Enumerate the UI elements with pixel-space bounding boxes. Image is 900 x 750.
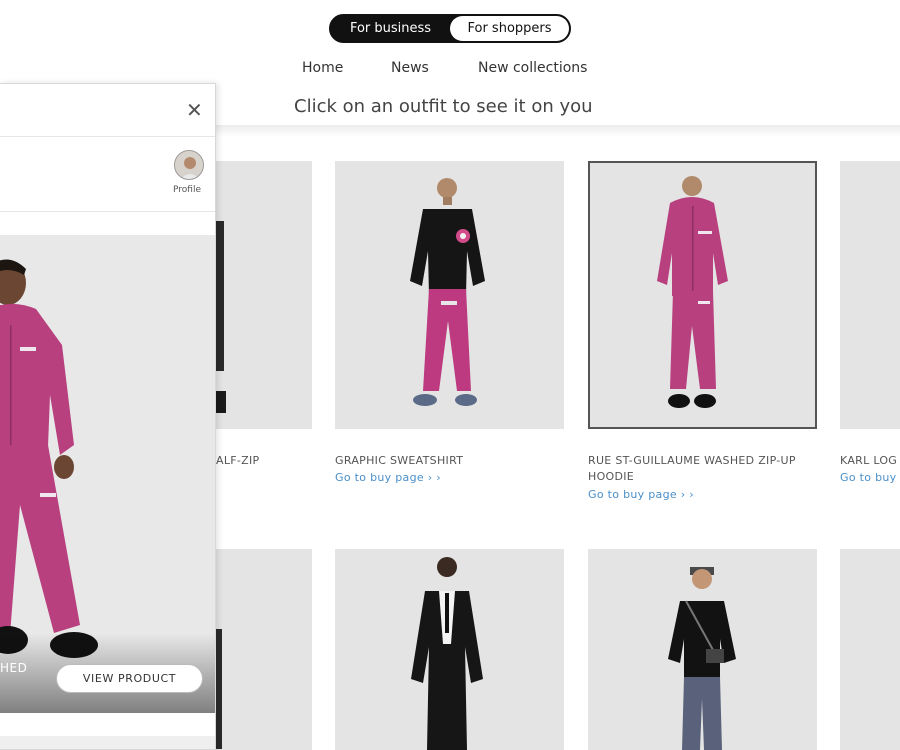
page-subtitle: Click on an outfit to see it on you bbox=[294, 96, 593, 117]
nav-home[interactable]: Home bbox=[302, 60, 343, 76]
product-title: GRAPHIC SWEATSHIRT bbox=[335, 454, 464, 467]
go-to-buy-page-link[interactable]: Go to buy page › › bbox=[335, 471, 441, 484]
close-icon[interactable]: ✕ bbox=[186, 100, 203, 120]
view-product-button[interactable]: VIEW PRODUCT bbox=[56, 664, 203, 693]
product-card-image[interactable] bbox=[335, 549, 564, 750]
product-card-image[interactable] bbox=[840, 161, 900, 429]
try-on-photo bbox=[0, 235, 215, 713]
toggle-for-shoppers[interactable]: For shoppers bbox=[450, 16, 569, 41]
product-title: KARL LOG bbox=[840, 454, 898, 467]
product-card-image[interactable] bbox=[335, 161, 564, 429]
profile-label: Profile bbox=[173, 185, 201, 195]
go-to-buy-page-link[interactable]: Go to buy bbox=[840, 471, 896, 484]
panel-footer bbox=[0, 736, 215, 749]
panel-divider bbox=[0, 211, 215, 212]
profile-avatar[interactable] bbox=[174, 150, 204, 180]
product-card-image[interactable] bbox=[216, 161, 312, 429]
go-to-buy-page-link[interactable]: Go to buy page › › bbox=[588, 488, 694, 501]
product-title: ALF-ZIP bbox=[216, 454, 260, 467]
product-card-image[interactable] bbox=[588, 549, 817, 750]
product-title: RUE ST-GUILLAUME WASHED ZIP-UP HOODIE bbox=[588, 453, 796, 485]
nav-new-collections[interactable]: New collections bbox=[478, 60, 587, 76]
toggle-for-business[interactable]: For business bbox=[333, 16, 448, 41]
product-title-line: HOODIE bbox=[588, 470, 635, 483]
try-on-panel: ✕ Profile HED VIEW PRODUCT bbox=[0, 83, 216, 750]
nav-news[interactable]: News bbox=[391, 60, 429, 76]
audience-toggle[interactable]: For business For shoppers bbox=[329, 14, 571, 43]
product-card-image-selected[interactable] bbox=[588, 161, 817, 429]
panel-divider bbox=[0, 136, 215, 137]
header-divider bbox=[216, 125, 900, 137]
product-card-image[interactable] bbox=[840, 549, 900, 750]
product-title-line: RUE ST-GUILLAUME WASHED ZIP-UP bbox=[588, 454, 796, 467]
main-nav: Home News New collections bbox=[0, 60, 900, 80]
product-card-image[interactable] bbox=[216, 549, 312, 750]
try-on-product-name: HED bbox=[0, 661, 28, 675]
